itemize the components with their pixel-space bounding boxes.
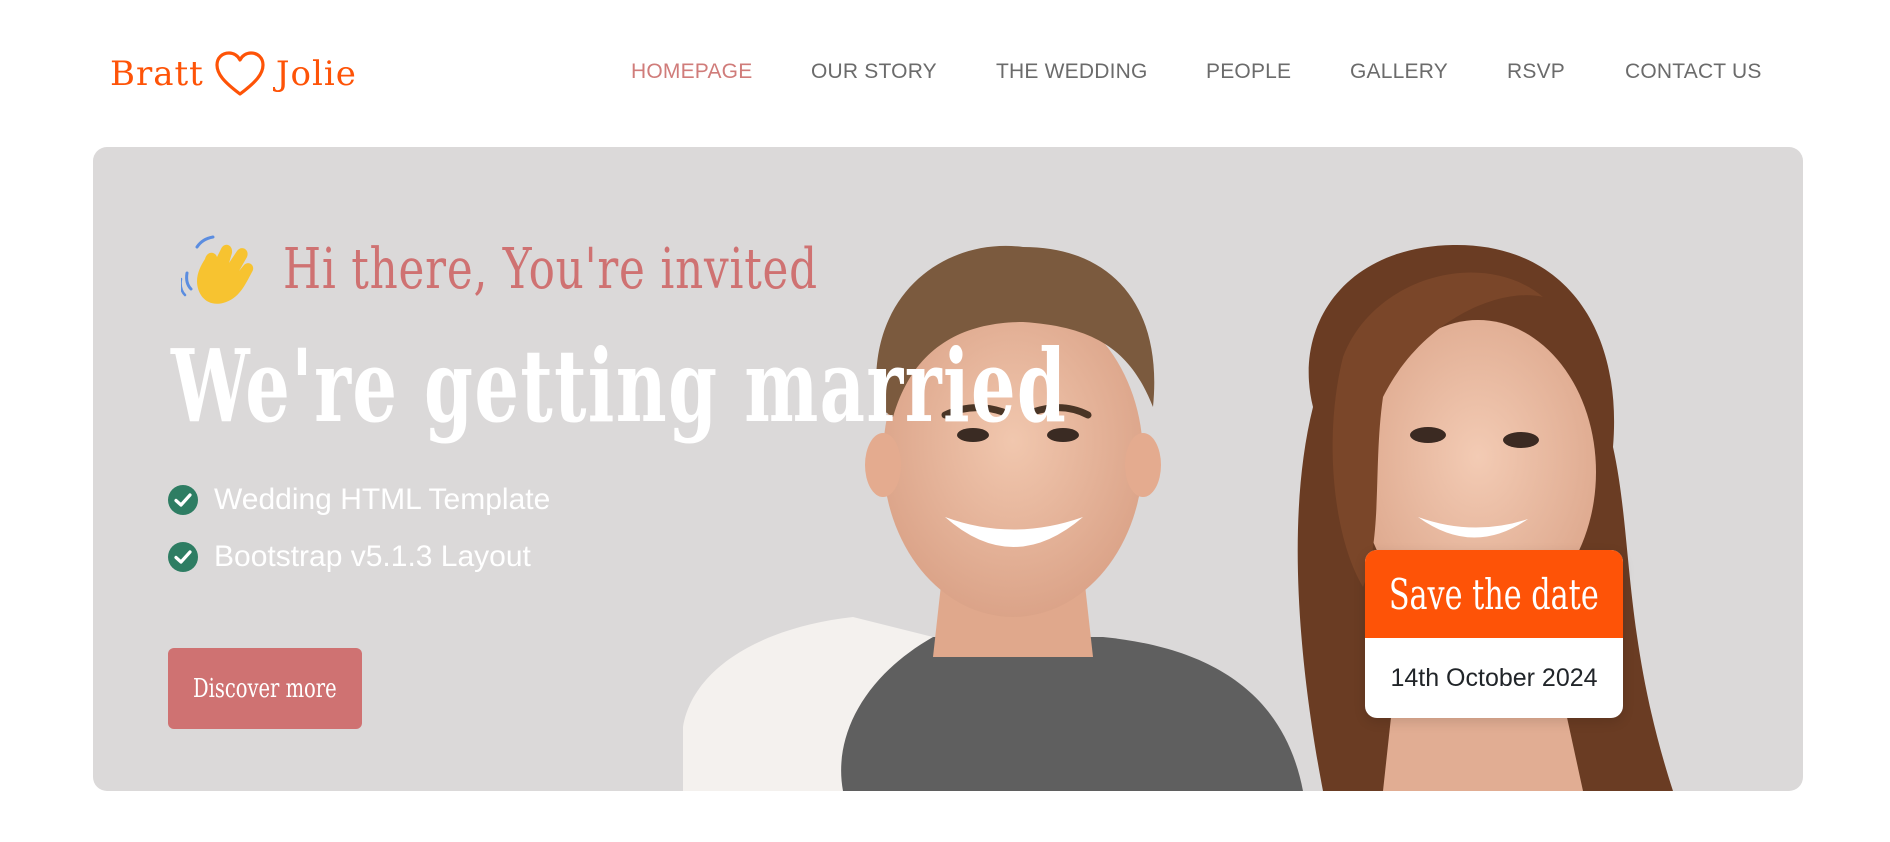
- feature-list: Wedding HTML Template Bootstrap v5.1.3 L…: [168, 483, 551, 599]
- check-circle-icon: [168, 542, 198, 572]
- discover-more-label: Discover more: [193, 673, 337, 704]
- save-the-date-card: Save the date 14th October 2024: [1365, 550, 1623, 718]
- wedding-date: 14th October 2024: [1390, 663, 1598, 692]
- main-nav: HOMEPAGE OUR STORY THE WEDDING PEOPLE GA…: [0, 60, 1890, 84]
- hero-section: Hi there, You're invited We're getting m…: [93, 147, 1803, 791]
- nav-item-contact-us[interactable]: CONTACT US: [1625, 60, 1762, 84]
- waving-hand-icon: [181, 235, 254, 304]
- site-header: Bratt Jolie HOMEPAGE OUR STORY THE WEDDI…: [0, 0, 1890, 145]
- check-circle-icon: [168, 485, 198, 515]
- nav-item-people[interactable]: PEOPLE: [1206, 60, 1291, 84]
- nav-item-our-story[interactable]: OUR STORY: [811, 60, 937, 84]
- nav-item-gallery[interactable]: GALLERY: [1350, 60, 1448, 84]
- nav-item-the-wedding[interactable]: THE WEDDING: [996, 60, 1148, 84]
- nav-item-homepage[interactable]: HOMEPAGE: [631, 60, 752, 84]
- greeting-text: Hi there, You're invited: [283, 236, 818, 302]
- greeting: Hi there, You're invited: [181, 229, 969, 309]
- feature-text: Wedding HTML Template: [214, 483, 551, 516]
- list-item: Wedding HTML Template: [168, 483, 551, 516]
- discover-more-button[interactable]: Discover more: [168, 648, 362, 729]
- save-the-date-heading: Save the date: [1365, 550, 1623, 638]
- feature-text: Bootstrap v5.1.3 Layout: [214, 540, 531, 573]
- nav-item-rsvp[interactable]: RSVP: [1507, 60, 1565, 84]
- hero-title: We're getting married: [171, 327, 1068, 445]
- save-the-date-heading-text: Save the date: [1389, 569, 1599, 619]
- list-item: Bootstrap v5.1.3 Layout: [168, 540, 550, 573]
